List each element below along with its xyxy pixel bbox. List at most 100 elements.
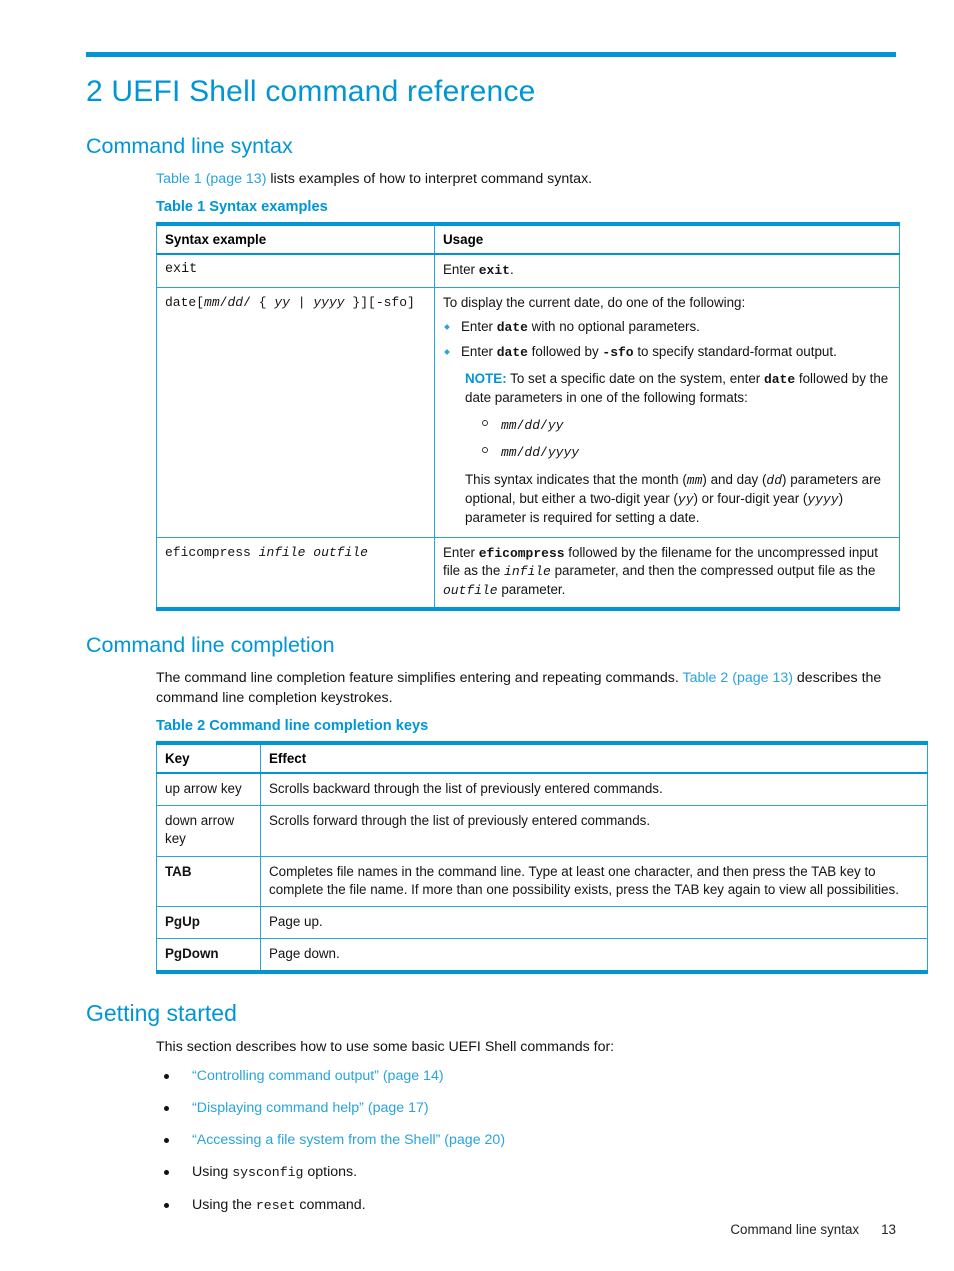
syntax-date-close-bracket: ]	[360, 294, 369, 310]
efic-outfile: outfile	[443, 583, 498, 599]
link-controlling-command-output[interactable]: “Controlling command output” (page 14)	[192, 1068, 444, 1084]
usage-date-lead: To display the current date, do one of t…	[443, 294, 746, 310]
efic-command: eficompress	[478, 545, 565, 561]
table-command-line-completion-keys: Key Effect up arrow key Scrolls backward…	[156, 740, 928, 975]
format1-slash2: /	[540, 417, 548, 433]
table1-cell-usage-eficompress: Enter eficompress followed by the filena…	[434, 536, 900, 611]
tail-p2: ) and day (	[702, 472, 767, 488]
format2-mm: mm	[501, 445, 517, 461]
table2-intro-text: The command line completion feature simp…	[156, 669, 683, 686]
list-item: “Controlling command output” (page 14)	[156, 1067, 896, 1086]
format1-year: yy	[547, 417, 564, 433]
syntax-eficompress-cmd: eficompress	[165, 544, 251, 560]
link-accessing-file-system[interactable]: “Accessing a file system from the Shell”…	[192, 1132, 505, 1148]
table2-header-row: Key Effect	[156, 740, 928, 774]
format2-year: yyyy	[547, 445, 580, 461]
tail-p1: This syntax indicates that the month (	[465, 472, 687, 488]
bullet-reset-command: reset	[255, 1197, 296, 1213]
table2-caption: Table 2 Command line completion keys	[156, 717, 429, 734]
note-command: date	[763, 372, 796, 388]
getting-started-body: This section describes how to use some b…	[156, 1037, 896, 1215]
efic-p1: Enter	[443, 544, 479, 560]
bullet1-command: date	[496, 319, 528, 335]
syntax-date-cmd: date	[165, 294, 197, 310]
list-item: Using the reset command.	[156, 1196, 896, 1215]
syntax-date-yy: yy	[274, 294, 290, 310]
table2-intro-paragraph: The command line completion feature simp…	[156, 668, 896, 708]
usage-exit-prefix: Enter	[443, 261, 479, 277]
bullet-sysconfig-pre: Using	[192, 1164, 233, 1181]
getting-started-intro: This section describes how to use some b…	[156, 1038, 615, 1055]
table-row: TAB Completes file names in the command …	[156, 855, 928, 907]
table1-cell-usage-exit: Enter exit.	[434, 253, 900, 288]
command-line-completion-body: The command line completion feature simp…	[156, 668, 896, 708]
list-item: mm/dd/yy	[481, 416, 891, 435]
link-displaying-command-help[interactable]: “Displaying command help” (page 17)	[192, 1100, 429, 1116]
syntax-date-slash2: /	[243, 294, 251, 310]
syntax-eficompress-outfile: outfile	[313, 544, 368, 560]
efic-infile: infile	[504, 564, 551, 580]
syntax-date-open-brace: {	[258, 294, 267, 310]
date-format-list: mm/dd/yy mm/dd/yyyy	[481, 416, 891, 463]
table2-body: up arrow key Scrolls backward through th…	[156, 772, 928, 975]
table-row: PgUp Page up.	[156, 905, 928, 940]
table-row: down arrow key Scrolls forward through t…	[156, 805, 928, 857]
tail-yy: yy	[677, 492, 694, 508]
table-row: date[mm/dd/ { yy | yyyy }][-sfo] To disp…	[156, 286, 900, 538]
usage-exit-suffix: .	[509, 261, 514, 277]
table2-col-header-effect: Effect	[260, 740, 928, 774]
table1-cell-syntax-date: date[mm/dd/ { yy | yyyy }][-sfo]	[156, 286, 435, 538]
page-title: 2 UEFI Shell command reference	[86, 75, 536, 108]
table2-cell-effect-up-arrow: Scrolls backward through the list of pre…	[260, 772, 928, 807]
table1-cell-syntax-exit: exit	[156, 253, 435, 288]
table1-intro-paragraph: Table 1 (page 13) lists examples of how …	[156, 169, 896, 189]
chapter-top-rule	[86, 52, 896, 57]
page-content: 2 UEFI Shell command reference Command l…	[86, 52, 928, 1228]
list-item: Enter date with no optional parameters.	[443, 318, 891, 337]
usage-exit-command: exit	[478, 262, 510, 278]
list-item: “Displaying command help” (page 17)	[156, 1099, 896, 1118]
format1-mm: mm	[501, 417, 517, 433]
format2-dd: dd	[524, 445, 541, 461]
list-item: Enter date followed by -sfo to specify s…	[443, 343, 891, 362]
table2-cell-key-pgdown: PgDown	[156, 938, 261, 975]
syntax-eficompress-infile: infile	[258, 544, 306, 560]
table2-cell-effect-tab: Completes file names in the command line…	[260, 855, 928, 907]
table2-cell-effect-down-arrow: Scrolls forward through the list of prev…	[260, 805, 928, 857]
page-footer: Command line syntax 13	[86, 1222, 896, 1237]
table1-caption: Table 1 Syntax examples	[156, 198, 328, 215]
tail-yyyy: yyyy	[807, 492, 839, 508]
note-label: NOTE:	[465, 371, 507, 387]
getting-started-bullet-list: “Controlling command output” (page 14) “…	[156, 1067, 896, 1215]
table2-cross-reference-link[interactable]: Table 2 (page 13)	[683, 670, 793, 686]
bullet-sysconfig-command: sysconfig	[232, 1165, 304, 1181]
syntax-date-dd: dd	[227, 294, 244, 310]
section-heading-command-line-syntax: Command line syntax	[86, 134, 293, 158]
table2-cell-key-up-arrow: up arrow key	[156, 772, 261, 807]
table2-cell-effect-pgdown: Page down.	[260, 938, 928, 975]
syntax-date-sfo-option: [-sfo]	[368, 294, 415, 310]
bullet-reset-pre: Using the	[192, 1196, 256, 1213]
table2-cell-key-down-arrow: down arrow key	[156, 805, 261, 857]
tail-p4: ) or four-digit year (	[693, 491, 808, 507]
command-line-syntax-body: Table 1 (page 13) lists examples of how …	[156, 169, 896, 189]
table1-col-header-syntax-example: Syntax example	[156, 221, 435, 255]
bullet2-pre: Enter	[461, 344, 497, 360]
document-page: 2 UEFI Shell command reference Command l…	[0, 0, 954, 1271]
table2-cell-key-tab: TAB	[156, 855, 261, 907]
list-item: Using sysconfig options.	[156, 1163, 896, 1182]
syntax-date-pipe: |	[297, 294, 306, 310]
table1-cross-reference-link[interactable]: Table 1 (page 13)	[156, 171, 266, 187]
table1-cell-usage-date: To display the current date, do one of t…	[434, 286, 900, 538]
section-heading-getting-started: Getting started	[86, 1000, 237, 1027]
bullet2-mid: followed by	[527, 344, 603, 360]
bullet1-post: with no optional parameters.	[527, 318, 700, 334]
tail-mm: mm	[686, 473, 703, 489]
table-row: exit Enter exit.	[156, 253, 900, 288]
table-row: up arrow key Scrolls backward through th…	[156, 772, 928, 807]
bullet-sysconfig-post: options.	[303, 1164, 358, 1181]
usage-date-bullet-list: Enter date with no optional parameters. …	[443, 318, 891, 362]
footer-section-title: Command line syntax	[730, 1222, 860, 1237]
syntax-date-yyyy: yyyy	[313, 294, 345, 310]
